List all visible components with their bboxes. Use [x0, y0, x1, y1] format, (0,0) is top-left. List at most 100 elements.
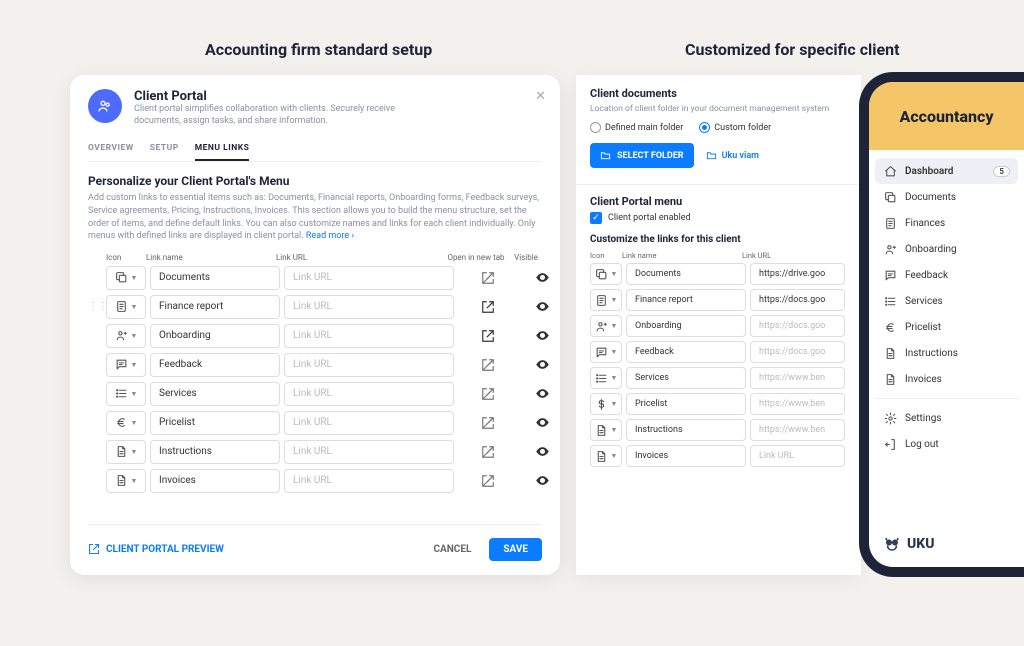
- icon-picker[interactable]: ▼: [106, 440, 146, 464]
- link-url-input[interactable]: [750, 341, 845, 363]
- client-menu-row: ▼: [590, 263, 847, 285]
- open-new-tab-toggle[interactable]: [458, 416, 518, 430]
- phone-menu-item-services[interactable]: Services: [875, 288, 1018, 314]
- visible-toggle[interactable]: [522, 415, 562, 430]
- client-portal-preview-link[interactable]: CLIENT PORTAL PREVIEW: [88, 543, 224, 555]
- tab-setup[interactable]: SETUP: [150, 137, 179, 161]
- link-name-input[interactable]: [150, 266, 280, 290]
- link-name-input[interactable]: [626, 289, 746, 311]
- link-url-input[interactable]: [750, 263, 845, 285]
- link-name-input[interactable]: [150, 324, 280, 348]
- icon-picker[interactable]: ▼: [106, 353, 146, 377]
- link-url-input[interactable]: [750, 419, 845, 441]
- link-name-input[interactable]: [150, 469, 280, 493]
- open-new-tab-toggle[interactable]: [458, 271, 518, 285]
- visible-toggle[interactable]: [522, 270, 562, 285]
- icon-picker[interactable]: ▼: [106, 469, 146, 493]
- link-url-input[interactable]: [750, 289, 845, 311]
- save-button[interactable]: SAVE: [489, 538, 542, 561]
- visible-toggle[interactable]: [522, 328, 562, 343]
- icon-picker[interactable]: ▼: [590, 289, 622, 311]
- menu-row: ▼: [88, 266, 542, 290]
- link-url-input[interactable]: [284, 411, 454, 435]
- icon-picker[interactable]: ▼: [590, 263, 622, 285]
- visible-toggle[interactable]: [522, 299, 562, 314]
- icon-picker[interactable]: ▼: [590, 315, 622, 337]
- client-documents-desc: Location of client folder in your docume…: [590, 104, 847, 114]
- link-name-input[interactable]: [150, 295, 280, 319]
- link-name-input[interactable]: [626, 445, 746, 467]
- column-title-right: Customized for specific client: [685, 40, 900, 59]
- client-menu-row: ▼: [590, 445, 847, 467]
- link-url-input[interactable]: [284, 266, 454, 290]
- euro-icon: [883, 320, 897, 334]
- link-name-input[interactable]: [626, 393, 746, 415]
- standard-setup-panel: ✕ Client Portal Client portal simplifies…: [70, 75, 560, 575]
- icon-picker[interactable]: ▼: [590, 341, 622, 363]
- drag-handle-icon[interactable]: ⋮⋮: [88, 301, 108, 312]
- open-new-tab-toggle[interactable]: [458, 387, 518, 401]
- client-specific-panel: Client documents Location of client fold…: [576, 75, 861, 575]
- icon-picker[interactable]: ▼: [590, 367, 622, 389]
- link-name-input[interactable]: [150, 353, 280, 377]
- phone-menu-item-pricelist[interactable]: Pricelist: [875, 314, 1018, 340]
- phone-menu-item-log-out[interactable]: Log out: [875, 431, 1018, 457]
- link-name-input[interactable]: [626, 367, 746, 389]
- visible-toggle[interactable]: [522, 473, 562, 488]
- column-title-left: Accounting firm standard setup: [205, 40, 432, 59]
- icon-picker[interactable]: ▼: [590, 419, 622, 441]
- close-icon[interactable]: ✕: [535, 89, 546, 104]
- phone-menu-item-onboarding[interactable]: Onboarding: [875, 236, 1018, 262]
- link-url-input[interactable]: [284, 353, 454, 377]
- link-name-input[interactable]: [626, 263, 746, 285]
- link-name-input[interactable]: [626, 341, 746, 363]
- phone-menu-item-finances[interactable]: Finances: [875, 210, 1018, 236]
- icon-picker[interactable]: ▼: [106, 324, 146, 348]
- icon-picker[interactable]: ▼: [590, 393, 622, 415]
- link-url-input[interactable]: [284, 469, 454, 493]
- phone-menu-item-documents[interactable]: Documents: [875, 184, 1018, 210]
- link-name-input[interactable]: [626, 419, 746, 441]
- link-url-input[interactable]: [750, 367, 845, 389]
- read-more-link[interactable]: Read more ›: [306, 231, 354, 241]
- tab-overview[interactable]: OVERVIEW: [88, 137, 134, 161]
- link-url-input[interactable]: [284, 440, 454, 464]
- link-url-input[interactable]: [284, 324, 454, 348]
- selected-folder-link[interactable]: Uku viam: [706, 150, 759, 161]
- icon-picker[interactable]: ▼: [106, 266, 146, 290]
- open-new-tab-toggle[interactable]: [458, 474, 518, 488]
- icon-picker[interactable]: ▼: [106, 295, 146, 319]
- phone-menu-item-feedback[interactable]: Feedback: [875, 262, 1018, 288]
- visible-toggle[interactable]: [522, 386, 562, 401]
- link-url-input[interactable]: [284, 382, 454, 406]
- link-url-input[interactable]: [750, 315, 845, 337]
- menu-row: ▼: [88, 440, 542, 464]
- tab-menu-links[interactable]: MENU LINKS: [195, 137, 250, 161]
- link-url-input[interactable]: [750, 393, 845, 415]
- radio-defined-main-folder[interactable]: Defined main folder: [590, 122, 683, 133]
- link-name-input[interactable]: [150, 382, 280, 406]
- visible-toggle[interactable]: [522, 357, 562, 372]
- phone-brand-title: Accountancy: [900, 107, 994, 126]
- select-folder-button[interactable]: SELECT FOLDER: [590, 143, 694, 168]
- link-url-input[interactable]: [284, 295, 454, 319]
- phone-menu-item-invoices[interactable]: Invoices: [875, 366, 1018, 392]
- open-new-tab-toggle[interactable]: [458, 358, 518, 372]
- icon-picker[interactable]: ▼: [106, 411, 146, 435]
- link-name-input[interactable]: [150, 411, 280, 435]
- open-new-tab-toggle[interactable]: [458, 329, 518, 343]
- visible-toggle[interactable]: [522, 444, 562, 459]
- radio-custom-folder[interactable]: Custom folder: [699, 122, 771, 133]
- link-name-input[interactable]: [626, 315, 746, 337]
- client-portal-enabled-checkbox[interactable]: ✓: [590, 212, 602, 224]
- icon-picker[interactable]: ▼: [590, 445, 622, 467]
- open-new-tab-toggle[interactable]: [458, 445, 518, 459]
- link-name-input[interactable]: [150, 440, 280, 464]
- open-new-tab-toggle[interactable]: [458, 300, 518, 314]
- phone-menu-item-instructions[interactable]: Instructions: [875, 340, 1018, 366]
- phone-menu-item-dashboard[interactable]: Dashboard5: [875, 158, 1018, 184]
- phone-menu-item-settings[interactable]: Settings: [875, 405, 1018, 431]
- icon-picker[interactable]: ▼: [106, 382, 146, 406]
- cancel-button[interactable]: CANCEL: [433, 544, 471, 555]
- link-url-input[interactable]: [750, 445, 845, 467]
